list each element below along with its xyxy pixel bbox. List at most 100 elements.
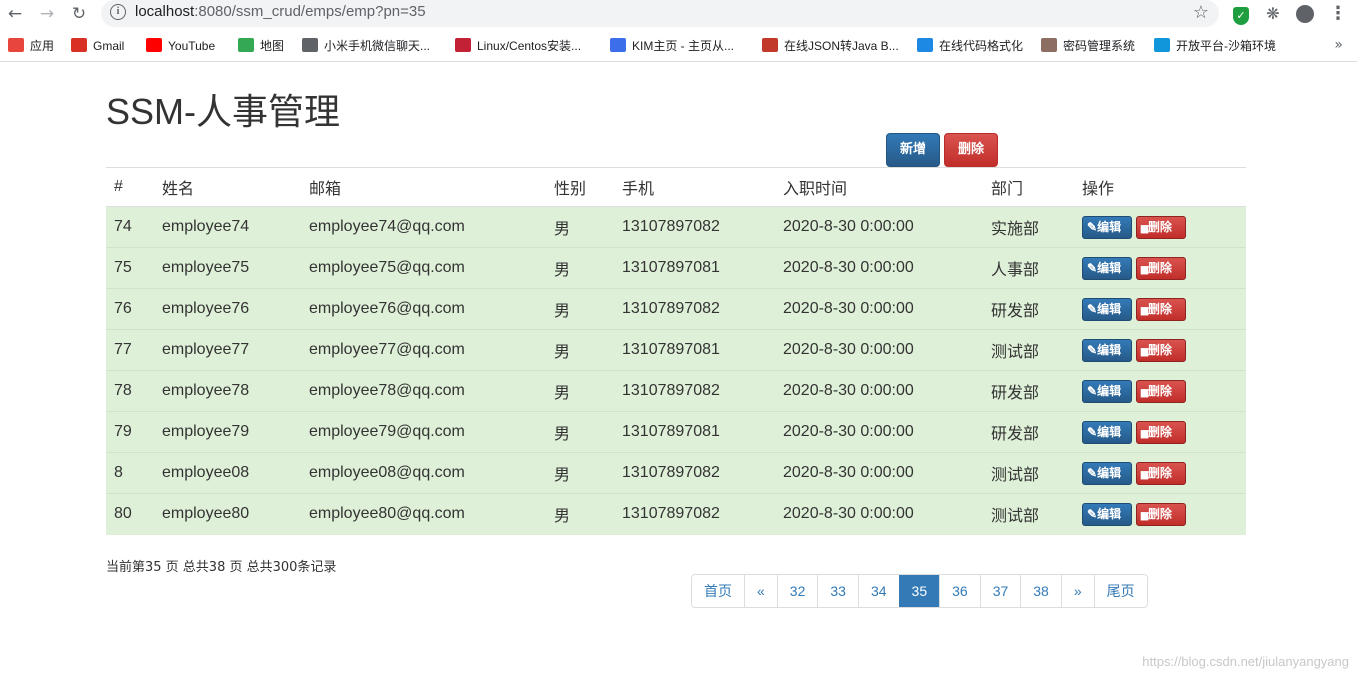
column-header: 性别 xyxy=(546,167,614,207)
alipay-icon xyxy=(1154,38,1170,52)
maps-icon xyxy=(238,38,254,52)
page-link[interactable]: 32 xyxy=(776,575,818,607)
cell-gender: 男 xyxy=(546,247,614,289)
info-icon[interactable]: i xyxy=(110,4,126,20)
trash-icon: ▆ xyxy=(1141,304,1148,315)
arrow-right-icon[interactable]: → xyxy=(36,3,58,25)
bookmark-item[interactable]: 在线JSON转Java B... xyxy=(762,37,899,55)
cell-phone: 13107897082 xyxy=(614,493,775,535)
add-employee-button[interactable]: 新增 xyxy=(886,133,940,167)
edit-button[interactable]: ✎编辑 xyxy=(1082,338,1132,362)
trash-icon: ▆ xyxy=(1141,386,1148,397)
csdn-icon xyxy=(455,38,471,52)
cell-name: employee74 xyxy=(154,206,301,248)
edit-label: 编辑 xyxy=(1097,301,1122,316)
page-link[interactable]: 35 xyxy=(898,575,940,607)
cell-hired: 2020-8-30 0:00:00 xyxy=(775,329,983,371)
delete-button[interactable]: ▆删除 xyxy=(1136,338,1186,362)
edit-button[interactable]: ✎编辑 xyxy=(1082,215,1132,239)
edit-label: 编辑 xyxy=(1097,506,1122,521)
code-format-icon xyxy=(917,38,933,52)
chevron-double-right-icon[interactable]: » xyxy=(1334,37,1343,53)
bookmark-item[interactable]: YouTube xyxy=(146,37,215,55)
column-header: 操作 xyxy=(1074,167,1246,207)
edit-button[interactable]: ✎编辑 xyxy=(1082,256,1132,280)
pagination: 首页 «32 33 34 35 36 37 38» 尾页 xyxy=(691,574,1148,608)
delete-button[interactable]: ▆删除 xyxy=(1136,379,1186,403)
edit-button[interactable]: ✎编辑 xyxy=(1082,420,1132,444)
browser-toolbar: ← → ↻ i localhost:8080/ssm_crud/emps/emp… xyxy=(0,0,1357,28)
bookmark-item[interactable]: 开放平台-沙箱环境 xyxy=(1154,37,1276,55)
first-page-link[interactable]: 首页 xyxy=(692,575,744,607)
prev-page-link[interactable]: « xyxy=(744,575,777,607)
cell-dept: 研发部 xyxy=(983,288,1074,330)
more-menu-icon[interactable]: ⋮ xyxy=(1327,3,1349,25)
page-info-text: 当前第35 页 总共38 页 总共300条记录 xyxy=(106,560,337,575)
cell-gender: 男 xyxy=(546,288,614,330)
delete-label: 删除 xyxy=(1147,219,1172,234)
cell-id: 78 xyxy=(106,370,154,412)
cell-phone: 13107897082 xyxy=(614,288,775,330)
delete-label: 删除 xyxy=(1147,301,1172,316)
column-header: 部门 xyxy=(983,167,1074,207)
bookmark-item[interactable]: 密码管理系统 xyxy=(1041,37,1135,55)
cell-name: employee79 xyxy=(154,411,301,453)
cell-dept: 人事部 xyxy=(983,247,1074,289)
address-bar[interactable]: i localhost:8080/ssm_crud/emps/emp?pn=35… xyxy=(101,0,1219,27)
page-link[interactable]: 33 xyxy=(817,575,858,607)
cell-name: employee78 xyxy=(154,370,301,412)
page-link[interactable]: 37 xyxy=(979,575,1021,607)
delete-button[interactable]: ▆删除 xyxy=(1136,256,1186,280)
bookmark-item[interactable]: 地图 xyxy=(238,37,284,55)
cell-email: employee76@qq.com xyxy=(301,288,546,330)
cell-phone: 13107897082 xyxy=(614,206,775,248)
cell-email: employee74@qq.com xyxy=(301,206,546,248)
bookmark-item[interactable]: KIM主页 - 主页从... xyxy=(610,37,734,55)
url-host: localhost xyxy=(135,3,195,20)
bookmark-item[interactable]: Linux/Centos安装... xyxy=(455,37,581,55)
page-link[interactable]: 36 xyxy=(939,575,980,607)
bookmark-label: YouTube xyxy=(168,39,216,53)
delete-button[interactable]: ▆删除 xyxy=(1136,215,1186,239)
bookmark-item[interactable]: 应用 xyxy=(8,37,54,55)
cell-id: 74 xyxy=(106,206,154,248)
column-header: 手机 xyxy=(614,167,775,207)
pencil-icon: ✎ xyxy=(1087,465,1098,480)
cell-phone: 13107897082 xyxy=(614,370,775,412)
edit-button[interactable]: ✎编辑 xyxy=(1082,297,1132,321)
cell-dept: 研发部 xyxy=(983,411,1074,453)
gmail-icon xyxy=(71,38,87,52)
edit-button[interactable]: ✎编辑 xyxy=(1082,502,1132,526)
page-link[interactable]: 34 xyxy=(857,575,899,607)
last-page-link[interactable]: 尾页 xyxy=(1093,575,1147,607)
delete-button[interactable]: ▆删除 xyxy=(1136,420,1186,444)
puzzle-icon[interactable]: ❋ xyxy=(1262,3,1284,25)
url-text[interactable]: localhost:8080/ssm_crud/emps/emp?pn=35 xyxy=(135,3,426,20)
cell-hired: 2020-8-30 0:00:00 xyxy=(775,452,983,494)
delete-employees-button[interactable]: 删除 xyxy=(944,133,998,167)
cell-gender: 男 xyxy=(546,370,614,412)
delete-button[interactable]: ▆删除 xyxy=(1136,502,1186,526)
edit-button[interactable]: ✎编辑 xyxy=(1082,461,1132,485)
next-page-link[interactable]: » xyxy=(1060,575,1094,607)
cell-hired: 2020-8-30 0:00:00 xyxy=(775,411,983,453)
edit-button[interactable]: ✎编辑 xyxy=(1082,379,1132,403)
profile-avatar-icon[interactable] xyxy=(1294,3,1316,25)
arrow-left-icon[interactable]: ← xyxy=(4,3,26,25)
cell-name: employee08 xyxy=(154,452,301,494)
reload-icon[interactable]: ↻ xyxy=(68,3,90,25)
image-icon xyxy=(1041,38,1057,52)
bookmark-item[interactable]: 小米手机微信聊天... xyxy=(302,37,430,55)
delete-button[interactable]: ▆删除 xyxy=(1136,297,1186,321)
cell-gender: 男 xyxy=(546,329,614,371)
star-icon[interactable]: ☆ xyxy=(1193,2,1209,23)
bookmarks-bar: » 应用 Gmail YouTube 地图 小米手机微信聊天... Linux/Cento… xyxy=(0,30,1357,62)
bookmark-item[interactable]: 在线代码格式化 xyxy=(917,37,1023,55)
page-link[interactable]: 38 xyxy=(1020,575,1061,607)
cell-gender: 男 xyxy=(546,493,614,535)
column-header: # xyxy=(106,167,154,207)
bookmark-label: 地图 xyxy=(260,39,285,53)
shield-extension-icon[interactable]: ✓ xyxy=(1230,3,1252,25)
delete-button[interactable]: ▆删除 xyxy=(1136,461,1186,485)
bookmark-item[interactable]: Gmail xyxy=(71,37,124,55)
